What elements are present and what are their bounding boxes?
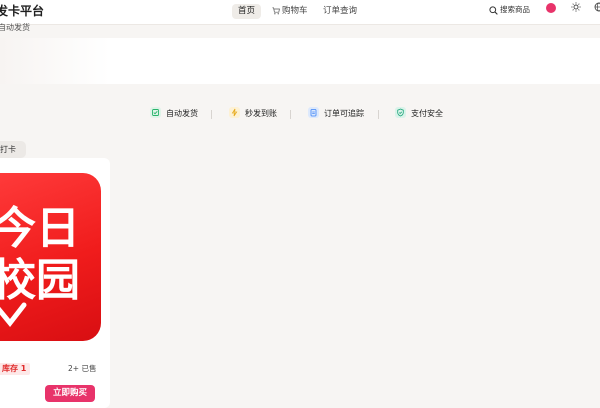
nav-cart-label: 购物车 [282,6,308,16]
svg-text:今日: 今日 [0,203,80,254]
clipboard-icon [308,107,319,118]
search-button[interactable]: 搜索商品 [489,2,530,17]
feature-auto-delivery: 自动发货 [150,106,198,122]
sold-count: 2+ 已售 [68,364,97,373]
nav-order-lookup[interactable]: 订单查询 [317,4,363,19]
product-logo: 今日 校园 [0,203,80,328]
search-label: 搜索商品 [500,5,530,14]
feature-instant: 秒发到账 [229,106,277,122]
feature-label: 订单可追踪 [324,109,364,118]
buy-now-button[interactable]: 立即购买 [45,385,95,402]
nav-cart[interactable]: 购物车 [266,4,314,19]
bolt-icon [229,107,240,118]
search-icon [489,5,498,15]
check-square-icon [150,107,161,118]
top-navigation-bar: 发卡平台 首页 购物车 订单查询 搜索商品 [0,0,600,25]
feature-trackable: 订单可追踪 [308,106,364,122]
theme-color-dot[interactable] [546,3,556,13]
category-chip[interactable]: 打卡 [0,141,26,158]
site-brand[interactable]: 发卡平台 [0,2,44,19]
banner-gradient [0,38,110,84]
cart-icon [272,6,280,14]
feature-label: 秒发到账 [245,109,277,118]
feature-label: 自动发货 [166,109,198,118]
feature-label: 支付安全 [411,109,443,118]
banner-text: 自动发货 [0,23,30,32]
feature-strip: 自动发货 秒发到账 订单可追踪 支付安全 [150,106,450,122]
globe-icon[interactable] [594,2,600,12]
shield-icon [395,107,406,118]
feature-secure-payment: 支付安全 [395,106,443,122]
feature-divider [378,110,379,119]
product-image[interactable]: 今日 校园 [0,173,101,341]
stock-badge: 库存 1 [0,363,31,375]
sun-icon[interactable] [571,2,581,12]
feature-divider [211,110,212,119]
svg-text:校园: 校园 [0,255,80,306]
feature-divider [290,110,291,119]
nav-home[interactable]: 首页 [232,4,262,19]
